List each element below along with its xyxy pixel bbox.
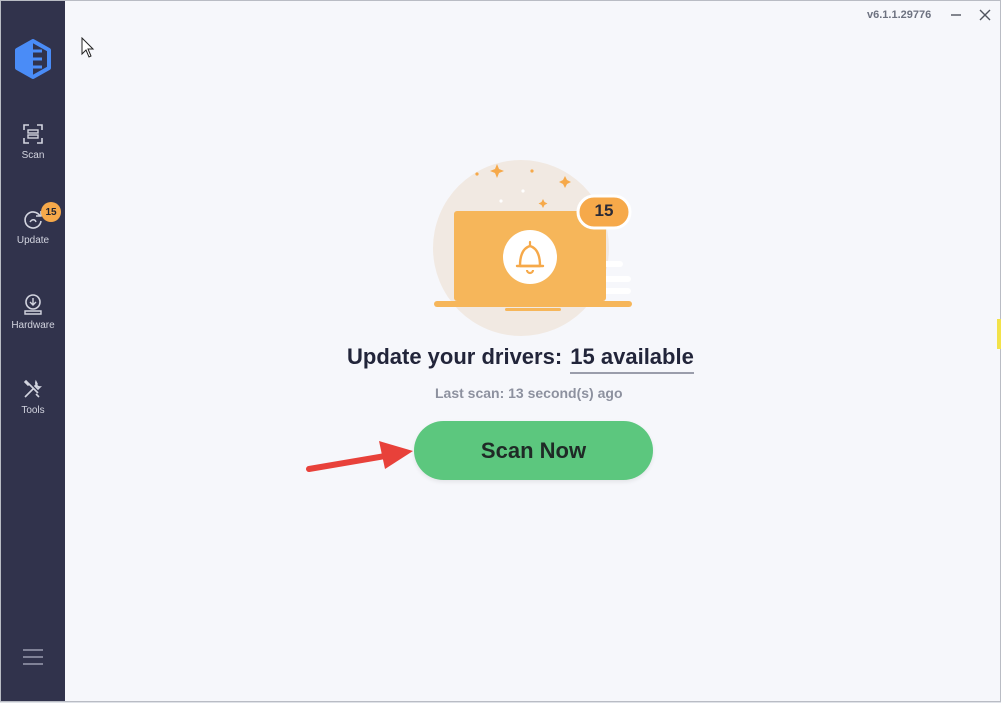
edge-accent (997, 319, 1001, 349)
sidebar-item-label: Update (16, 235, 50, 246)
page-title: Update your drivers: 15 available (347, 344, 694, 374)
headline-prefix: Update your drivers: (347, 344, 563, 369)
minimize-icon[interactable] (946, 5, 966, 25)
sidebar: Scan Update 15 Hardware Tools (1, 1, 65, 701)
sidebar-item-scan[interactable]: Scan (1, 123, 65, 183)
sidebar-item-label: Scan (21, 150, 45, 161)
sidebar-item-label: Tools (21, 405, 45, 416)
last-scan-text: Last scan: 13 second(s) ago (435, 385, 623, 401)
close-icon[interactable] (975, 5, 995, 25)
sidebar-item-tools[interactable]: Tools (1, 378, 65, 438)
sidebar-item-update[interactable]: Update 15 (1, 202, 65, 268)
illustration-count-badge: 15 (594, 201, 614, 220)
driver-update-illustration (433, 160, 632, 336)
app-version: v6.1.1.29776 (867, 9, 932, 21)
hardware-icon (24, 294, 42, 315)
available-drivers-link[interactable]: 15 available (570, 344, 694, 374)
update-count-badge: 15 (41, 202, 61, 222)
scan-icon (23, 124, 43, 144)
tools-icon (23, 379, 42, 398)
red-arrow-icon (306, 441, 413, 472)
app-window: Scan Update 15 Hardware Tools v6.1.1.297… (0, 0, 1001, 702)
sidebar-item-hardware[interactable]: Hardware (1, 293, 65, 353)
sidebar-item-label: Hardware (11, 320, 55, 331)
app-logo-icon (15, 39, 51, 79)
hamburger-menu-icon[interactable] (22, 646, 44, 668)
mouse-cursor-icon (81, 37, 95, 58)
scan-now-button[interactable]: Scan Now (414, 421, 653, 480)
